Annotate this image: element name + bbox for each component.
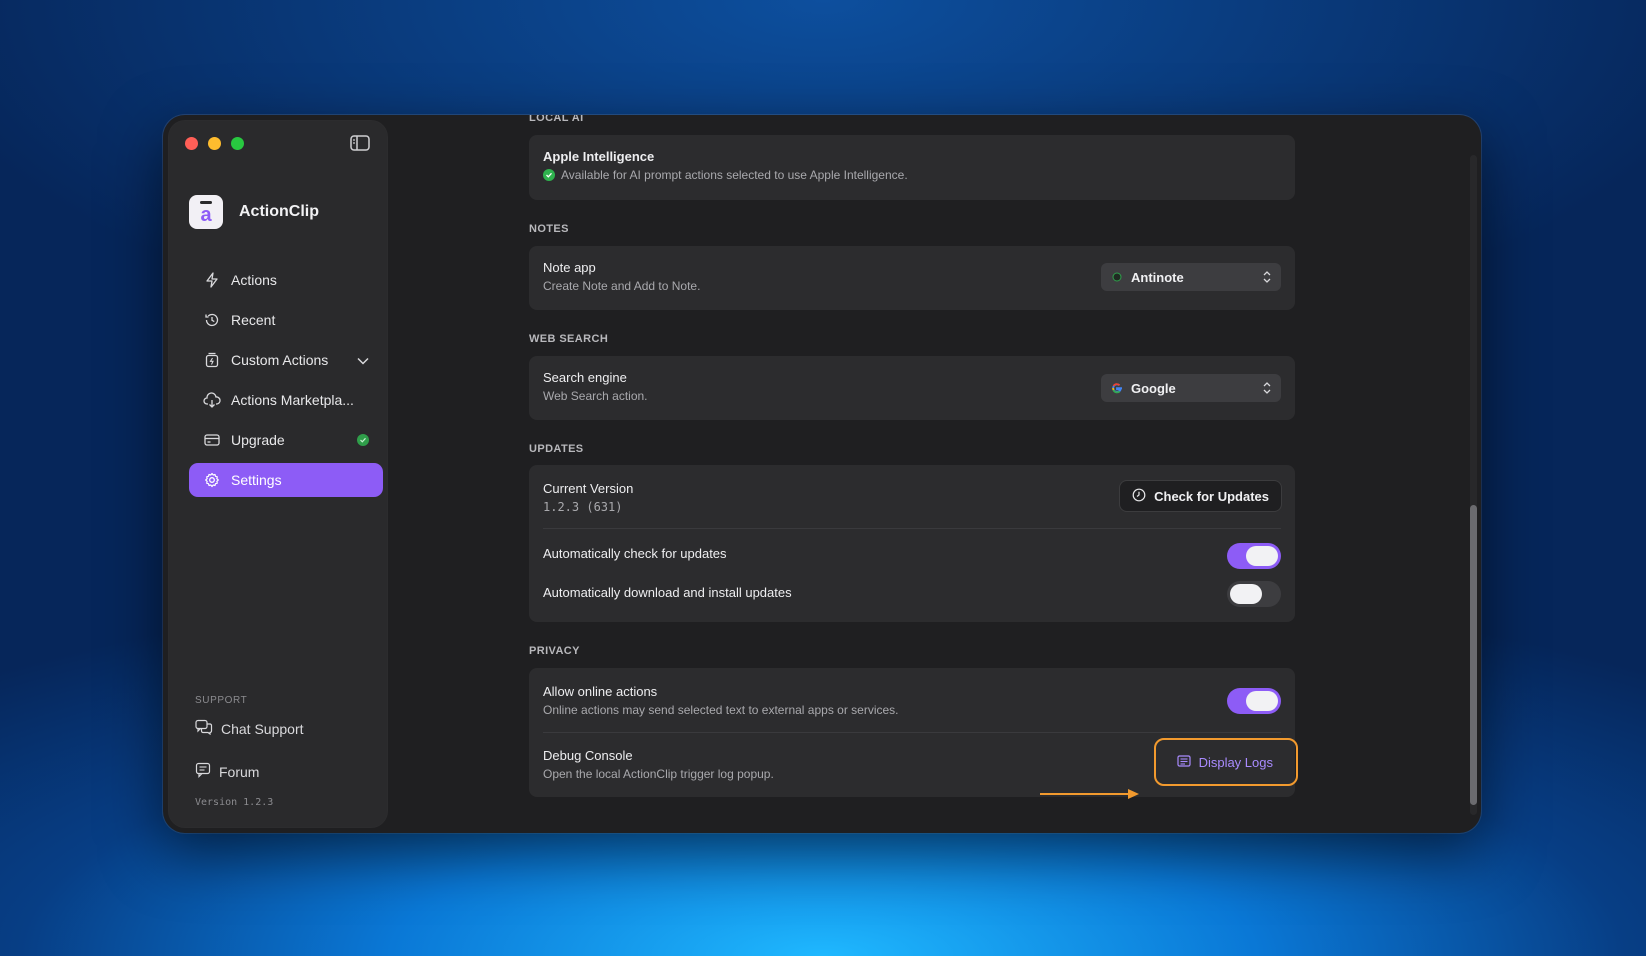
update-clock-icon [1132,488,1146,505]
apple-intelligence-row: Apple Intelligence Available for AI prom… [543,149,1281,182]
gear-icon [203,471,221,489]
auto-install-label: Automatically download and install updat… [543,585,792,600]
chat-icon [195,719,213,738]
note-app-selected: Antinote [1131,269,1184,285]
allow-online-actions-title: Allow online actions [543,684,658,699]
sidebar-item-label: Custom Actions [231,352,329,368]
divider [543,528,1281,529]
app-logo: a [189,195,223,229]
antinote-app-icon [1111,271,1123,283]
auto-install-toggle[interactable] [1227,581,1281,607]
sidebar-item-label: Settings [231,472,282,488]
annotation-arrow [1040,789,1139,799]
chat-support-label: Chat Support [221,720,304,737]
sidebar-item-label: Upgrade [231,432,285,448]
auto-check-label: Automatically check for updates [543,546,727,561]
forum-link[interactable]: Forum [195,762,259,781]
sidebar-item-label: Actions Marketpla... [231,392,354,408]
card-notes: Note app Create Note and Add to Note. An… [529,246,1295,310]
card-icon [203,431,221,449]
app-window: a ActionClip Actions Recent Custom Actio… [163,115,1481,833]
sidebar-item-upgrade[interactable]: Upgrade [189,423,383,457]
logs-icon [1176,754,1191,770]
section-title-notes: NOTES [529,223,569,235]
section-title-updates: UPDATES [529,443,584,455]
app-brand: a ActionClip [189,195,319,229]
sidebar-item-actions[interactable]: Actions [189,263,383,297]
scrollbar-thumb[interactable] [1470,505,1477,805]
auto-check-toggle[interactable] [1227,543,1281,569]
sidebar-item-settings[interactable]: Settings [189,463,383,497]
sidebar-item-custom-actions[interactable]: Custom Actions [189,343,383,377]
display-logs-button[interactable]: Display Logs [1166,746,1283,778]
note-app-select[interactable]: Antinote [1101,263,1281,291]
allow-online-actions-description: Online actions may send selected text to… [543,703,899,717]
chevron-down-icon[interactable] [357,352,369,368]
version-label: Version 1.2.3 [195,797,274,808]
divider [543,732,1281,733]
custom-actions-icon [203,351,221,369]
sidebar-item-recent[interactable]: Recent [189,303,383,337]
search-engine-selected: Google [1131,380,1176,396]
allow-online-actions-toggle[interactable] [1227,688,1281,714]
card-local-ai: Apple Intelligence Available for AI prom… [529,135,1295,200]
search-engine-select[interactable]: Google [1101,374,1281,402]
clock-history-icon [203,311,221,329]
card-web-search: Search engine Web Search action. Google [529,356,1295,420]
google-logo-icon [1111,382,1123,394]
sidebar-item-actions-marketplace[interactable]: Actions Marketpla... [189,383,383,417]
check-for-updates-button[interactable]: Check for Updates [1120,481,1281,511]
app-name: ActionClip [239,203,319,220]
sidebar: a ActionClip Actions Recent Custom Actio… [169,121,387,827]
window-controls [185,137,244,150]
close-window-button[interactable] [185,137,198,150]
maximize-window-button[interactable] [231,137,244,150]
section-title-web-search: WEB SEARCH [529,333,609,345]
status-check-icon [543,169,555,181]
minimize-window-button[interactable] [208,137,221,150]
display-logs-label: Display Logs [1198,754,1273,770]
sidebar-item-label: Recent [231,312,276,328]
sidebar-toggle-icon[interactable] [349,133,371,153]
apple-intelligence-status: Available for AI prompt actions selected… [561,168,908,182]
apple-intelligence-title: Apple Intelligence [543,149,655,164]
chat-support-link[interactable]: Chat Support [195,719,304,738]
support-heading: SUPPORT [195,695,248,706]
sidebar-nav: Actions Recent Custom Actions Actions Ma… [189,263,383,503]
forum-label: Forum [219,763,260,780]
card-privacy: Allow online actions Online actions may … [529,668,1298,799]
chevron-updown-icon [1263,270,1271,287]
section-title-privacy: PRIVACY [529,645,580,657]
card-updates: Current Version 1.2.3 (631) Check for Up… [529,465,1295,622]
check-for-updates-label: Check for Updates [1154,488,1269,504]
check-badge-icon [357,434,369,446]
chevron-updown-icon [1263,381,1271,398]
lightning-icon [203,271,221,289]
sidebar-item-label: Actions [231,272,277,288]
cloud-download-icon [203,391,221,409]
forum-icon [195,762,211,781]
section-title-local-ai: LOCAL AI [529,115,584,124]
